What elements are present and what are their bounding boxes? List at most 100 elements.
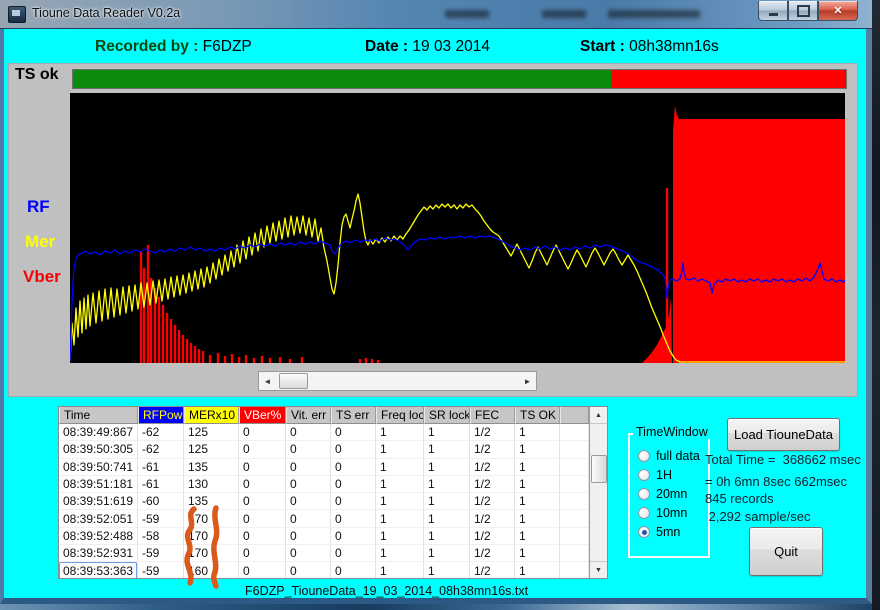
table-cell[interactable]: 1 <box>515 441 560 458</box>
table-cell[interactable]: 1 <box>376 562 424 578</box>
column-header-merx10[interactable]: MERx10 <box>184 407 239 424</box>
radio-option-10mn[interactable]: 10mn <box>638 506 687 520</box>
table-cell[interactable]: -59 <box>138 562 184 578</box>
table-cell[interactable]: 1/2 <box>470 545 515 562</box>
table-cell[interactable]: -59 <box>138 545 184 562</box>
table-cell[interactable]: 1 <box>424 562 470 578</box>
load-tiounedata-button[interactable]: Load TiouneData <box>727 418 840 451</box>
column-header-vit-err[interactable]: Vit. err <box>286 407 331 424</box>
table-cell[interactable]: 170 <box>184 528 239 545</box>
radio-icon[interactable] <box>638 526 650 538</box>
table-cell[interactable]: 130 <box>184 476 239 493</box>
column-header-time[interactable]: Time <box>59 407 138 424</box>
table-cell[interactable]: 0 <box>286 441 331 458</box>
table-cell[interactable]: 0 <box>239 510 286 527</box>
table-cell[interactable]: 1 <box>515 493 560 510</box>
table-cell[interactable]: 125 <box>184 441 239 458</box>
scroll-down-icon[interactable]: ▼ <box>590 561 607 578</box>
table-cell[interactable]: 1 <box>424 424 470 441</box>
table-cell[interactable]: -62 <box>138 424 184 441</box>
quit-button[interactable]: Quit <box>749 527 823 576</box>
table-cell[interactable]: 1 <box>424 528 470 545</box>
table-cell[interactable]: 0 <box>286 562 331 578</box>
table-cell[interactable]: 1 <box>376 459 424 476</box>
table-cell[interactable]: 1 <box>376 441 424 458</box>
table-cell[interactable]: 1 <box>424 459 470 476</box>
table-cell[interactable]: 135 <box>184 459 239 476</box>
table-cell[interactable]: 0 <box>331 476 376 493</box>
table-cell[interactable]: 1 <box>424 476 470 493</box>
table-vertical-scrollbar[interactable]: ▲ ▼ <box>589 407 607 578</box>
table-cell[interactable]: 1 <box>515 545 560 562</box>
table-cell[interactable]: 0 <box>239 459 286 476</box>
table-cell[interactable]: 0 <box>331 424 376 441</box>
table-cell[interactable]: 1 <box>376 476 424 493</box>
table-cell[interactable]: 0 <box>286 424 331 441</box>
table-cell[interactable]: 0 <box>331 510 376 527</box>
radio-icon[interactable] <box>638 450 650 462</box>
table-cell[interactable]: 08:39:52:931 <box>59 545 138 562</box>
table-cell[interactable]: 0 <box>331 545 376 562</box>
table-cell[interactable]: 08:39:53:363 <box>59 562 138 578</box>
table-cell[interactable]: 1 <box>376 424 424 441</box>
column-header-rfpower[interactable]: RFPower <box>138 407 184 424</box>
table-cell[interactable]: 1/2 <box>470 476 515 493</box>
table-cell[interactable]: -61 <box>138 459 184 476</box>
table-cell[interactable]: 0 <box>286 545 331 562</box>
column-header-ts-err[interactable]: TS err <box>331 407 376 424</box>
table-grid[interactable]: TimeRFPowerMERx10VBer%Vit. errTS errFreq… <box>59 407 589 578</box>
table-cell[interactable]: 0 <box>239 562 286 578</box>
table-cell[interactable]: 1 <box>515 510 560 527</box>
close-button[interactable]: ✕ <box>818 1 858 21</box>
scroll-up-icon[interactable]: ▲ <box>590 407 607 424</box>
table-cell[interactable]: 0 <box>239 545 286 562</box>
table-cell[interactable]: 1 <box>424 545 470 562</box>
table-cell[interactable]: 08:39:50:305 <box>59 441 138 458</box>
radio-icon[interactable] <box>638 469 650 481</box>
table-cell[interactable]: 1 <box>376 528 424 545</box>
column-header-freq-lock[interactable]: Freq lock <box>376 407 424 424</box>
chart-horizontal-scrollbar[interactable]: ◄ ► <box>258 371 537 391</box>
table-cell[interactable]: 1 <box>424 510 470 527</box>
scrollbar-thumb[interactable] <box>591 455 607 483</box>
title-bar[interactable]: Tioune Data Reader V0.2a ✕ <box>0 0 872 29</box>
column-header-sr-lock[interactable]: SR lock <box>424 407 470 424</box>
table-cell[interactable]: 08:39:51:619 <box>59 493 138 510</box>
table-cell[interactable]: 160 <box>184 562 239 578</box>
table-cell[interactable]: 1 <box>515 528 560 545</box>
column-header-fec[interactable]: FEC <box>470 407 515 424</box>
table-cell[interactable]: 1/2 <box>470 528 515 545</box>
table-cell[interactable]: 0 <box>239 493 286 510</box>
table-cell[interactable]: 1/2 <box>470 493 515 510</box>
table-cell[interactable]: 0 <box>331 528 376 545</box>
table-cell[interactable]: 0 <box>239 441 286 458</box>
table-cell[interactable]: 0 <box>286 510 331 527</box>
table-cell[interactable]: 0 <box>286 476 331 493</box>
table-cell[interactable]: 0 <box>331 459 376 476</box>
column-header-ts-ok[interactable]: TS OK <box>515 407 560 424</box>
table-cell[interactable]: 1 <box>424 441 470 458</box>
table-cell[interactable]: 0 <box>331 441 376 458</box>
table-cell[interactable]: 08:39:51:181 <box>59 476 138 493</box>
table-cell[interactable]: -58 <box>138 528 184 545</box>
table-cell[interactable]: 1 <box>424 493 470 510</box>
table-cell[interactable]: 08:39:52:488 <box>59 528 138 545</box>
table-cell[interactable]: 1 <box>376 545 424 562</box>
table-cell[interactable]: -59 <box>138 510 184 527</box>
table-cell[interactable]: 1 <box>376 493 424 510</box>
table-cell[interactable]: 08:39:52:051 <box>59 510 138 527</box>
table-cell[interactable]: 170 <box>184 510 239 527</box>
radio-icon[interactable] <box>638 488 650 500</box>
table-cell[interactable]: 0 <box>286 493 331 510</box>
radio-option-full-data[interactable]: full data <box>638 449 700 463</box>
table-cell[interactable]: 0 <box>331 562 376 578</box>
table-cell[interactable]: 0 <box>239 476 286 493</box>
table-cell[interactable]: 1/2 <box>470 424 515 441</box>
table-cell[interactable]: 125 <box>184 424 239 441</box>
table-cell[interactable]: 0 <box>286 459 331 476</box>
table-cell[interactable]: 1/2 <box>470 459 515 476</box>
radio-option-1H[interactable]: 1H <box>638 468 672 482</box>
table-cell[interactable]: 0 <box>286 528 331 545</box>
radio-option-20mn[interactable]: 20mn <box>638 487 687 501</box>
table-cell[interactable]: 1 <box>515 562 560 578</box>
